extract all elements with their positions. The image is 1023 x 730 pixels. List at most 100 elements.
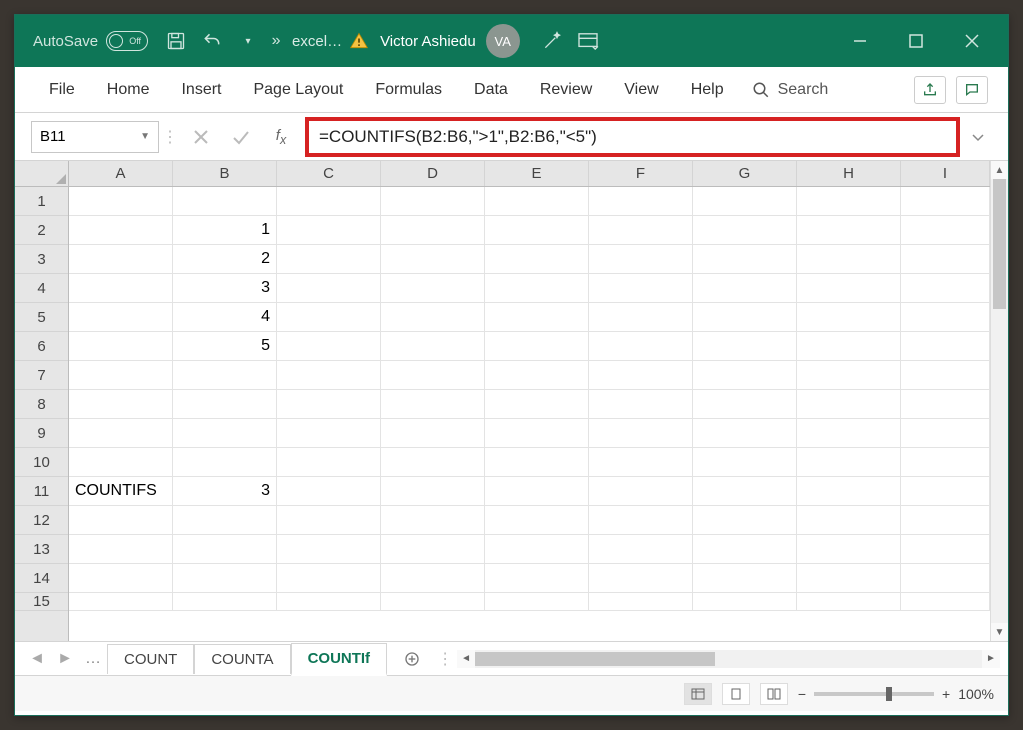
cell[interactable] bbox=[381, 564, 485, 592]
cell[interactable] bbox=[277, 303, 381, 331]
cancel-formula-button[interactable] bbox=[181, 121, 221, 153]
row-header[interactable]: 4 bbox=[15, 274, 68, 303]
page-break-view-button[interactable] bbox=[760, 683, 788, 705]
close-button[interactable] bbox=[944, 15, 1000, 67]
cell[interactable] bbox=[901, 245, 990, 273]
col-header[interactable]: H bbox=[797, 161, 901, 186]
cell[interactable] bbox=[901, 593, 990, 610]
vertical-scrollbar[interactable]: ▲ ▼ bbox=[990, 161, 1008, 641]
cell[interactable] bbox=[485, 477, 589, 505]
cell[interactable] bbox=[381, 593, 485, 610]
cell[interactable] bbox=[589, 361, 693, 389]
cell[interactable] bbox=[693, 187, 797, 215]
tab-insert[interactable]: Insert bbox=[167, 75, 235, 105]
tab-split[interactable]: ⋮ bbox=[437, 649, 447, 669]
cell[interactable]: 4 bbox=[173, 303, 277, 331]
wand-icon[interactable] bbox=[534, 23, 570, 59]
cell[interactable] bbox=[69, 390, 173, 418]
cell[interactable] bbox=[69, 448, 173, 476]
cell[interactable] bbox=[381, 187, 485, 215]
cell[interactable] bbox=[589, 303, 693, 331]
cell[interactable] bbox=[277, 419, 381, 447]
tab-home[interactable]: Home bbox=[93, 75, 164, 105]
tab-file[interactable]: File bbox=[35, 75, 89, 105]
sheet-tab-count[interactable]: COUNT bbox=[107, 644, 194, 674]
cell[interactable] bbox=[901, 216, 990, 244]
tab-view[interactable]: View bbox=[610, 75, 672, 105]
cell[interactable] bbox=[693, 274, 797, 302]
minimize-button[interactable] bbox=[832, 15, 888, 67]
formula-input[interactable] bbox=[309, 121, 956, 153]
cell[interactable] bbox=[277, 274, 381, 302]
search-button[interactable]: Search bbox=[742, 81, 839, 99]
cell[interactable] bbox=[901, 303, 990, 331]
row-header[interactable]: 13 bbox=[15, 535, 68, 564]
cell[interactable] bbox=[173, 535, 277, 563]
cell[interactable] bbox=[277, 564, 381, 592]
cell[interactable] bbox=[381, 535, 485, 563]
cell[interactable] bbox=[173, 593, 277, 610]
cell[interactable] bbox=[589, 506, 693, 534]
cell[interactable] bbox=[173, 506, 277, 534]
cell[interactable] bbox=[485, 535, 589, 563]
scroll-left-icon[interactable]: ◄ bbox=[457, 650, 475, 668]
cell[interactable] bbox=[485, 187, 589, 215]
row-header[interactable]: 8 bbox=[15, 390, 68, 419]
cell[interactable] bbox=[901, 477, 990, 505]
cell[interactable] bbox=[277, 477, 381, 505]
cell[interactable] bbox=[277, 245, 381, 273]
sheet-tab-overflow[interactable]: … bbox=[79, 650, 107, 668]
cell[interactable] bbox=[901, 564, 990, 592]
cell[interactable] bbox=[693, 535, 797, 563]
cell[interactable] bbox=[589, 332, 693, 360]
cell[interactable] bbox=[277, 332, 381, 360]
cell[interactable] bbox=[69, 361, 173, 389]
tab-help[interactable]: Help bbox=[677, 75, 738, 105]
row-header[interactable]: 9 bbox=[15, 419, 68, 448]
cell[interactable] bbox=[277, 593, 381, 610]
undo-dropdown-icon[interactable]: ▾ bbox=[230, 23, 266, 59]
cell[interactable] bbox=[485, 390, 589, 418]
row-header[interactable]: 7 bbox=[15, 361, 68, 390]
row-header[interactable]: 11 bbox=[15, 477, 68, 506]
cell[interactable] bbox=[69, 303, 173, 331]
tab-review[interactable]: Review bbox=[526, 75, 606, 105]
cell[interactable] bbox=[69, 593, 173, 610]
cell[interactable] bbox=[485, 245, 589, 273]
col-header[interactable]: G bbox=[693, 161, 797, 186]
cell[interactable] bbox=[381, 390, 485, 418]
tab-page-layout[interactable]: Page Layout bbox=[239, 75, 357, 105]
cell[interactable] bbox=[485, 593, 589, 610]
cell[interactable] bbox=[901, 332, 990, 360]
autosave-toggle[interactable]: AutoSave Off bbox=[23, 31, 158, 51]
cell[interactable] bbox=[693, 506, 797, 534]
cell[interactable] bbox=[589, 564, 693, 592]
col-header[interactable]: B bbox=[173, 161, 277, 186]
name-box-dropdown-icon[interactable]: ▼ bbox=[140, 131, 150, 142]
cell[interactable] bbox=[485, 361, 589, 389]
cell[interactable] bbox=[901, 506, 990, 534]
row-header[interactable]: 6 bbox=[15, 332, 68, 361]
cell[interactable] bbox=[173, 361, 277, 389]
cell[interactable] bbox=[485, 419, 589, 447]
cell[interactable] bbox=[277, 448, 381, 476]
cell[interactable] bbox=[589, 448, 693, 476]
cell[interactable]: 1 bbox=[173, 216, 277, 244]
cell[interactable] bbox=[381, 361, 485, 389]
zoom-level[interactable]: 100% bbox=[958, 686, 994, 702]
cell[interactable] bbox=[485, 303, 589, 331]
spreadsheet-grid[interactable]: A B C D E F G H I 1 2 3 4 5 6 7 8 9 10 1… bbox=[15, 161, 1008, 641]
row-header[interactable]: 3 bbox=[15, 245, 68, 274]
cell[interactable] bbox=[693, 245, 797, 273]
scroll-thumb[interactable] bbox=[475, 652, 715, 666]
col-header[interactable]: F bbox=[589, 161, 693, 186]
cell[interactable] bbox=[589, 477, 693, 505]
cell[interactable] bbox=[381, 448, 485, 476]
cell[interactable] bbox=[485, 564, 589, 592]
cell[interactable] bbox=[693, 593, 797, 610]
save-icon[interactable] bbox=[158, 23, 194, 59]
cell[interactable] bbox=[69, 535, 173, 563]
cell[interactable] bbox=[797, 187, 901, 215]
cell[interactable] bbox=[797, 274, 901, 302]
zoom-out-button[interactable]: − bbox=[798, 686, 806, 702]
